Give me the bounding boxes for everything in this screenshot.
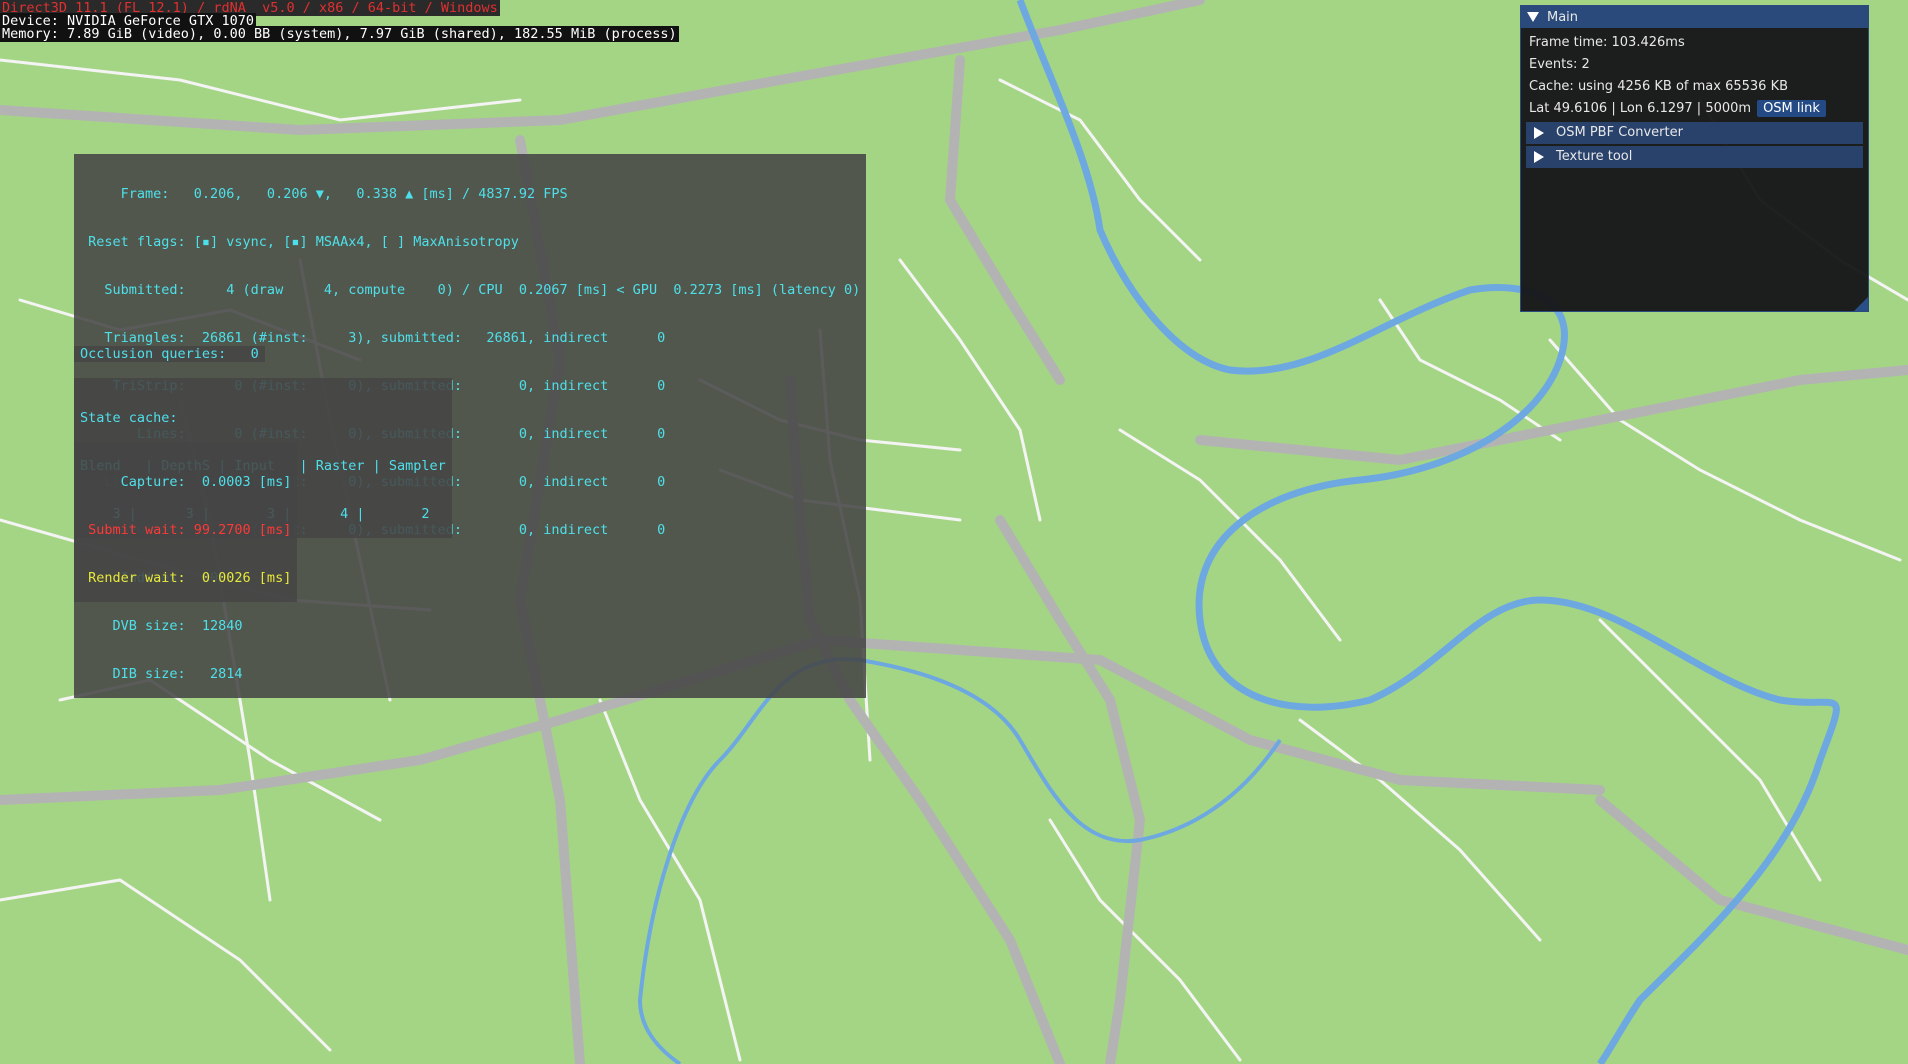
main-panel[interactable]: Main Frame time: 103.426ms Events: 2 Cac…: [1520, 5, 1869, 312]
cache-text: Cache: using 4256 KB of max 65536 KB: [1529, 79, 1789, 94]
submitted-stat: Submitted: 4 (draw 4, compute 0) / CPU 0…: [80, 282, 861, 298]
section-label: OSM PBF Converter: [1556, 125, 1683, 140]
state-cache-title: State cache:: [80, 410, 178, 426]
triangles-stat: Triangles: 26861 (#inst: 3), submitted: …: [80, 330, 666, 346]
capture-stat: Capture: 0.0003 [ms]: [80, 474, 292, 490]
latlon-text: Lat 49.6106 | Lon 6.1297 | 5000m: [1529, 101, 1752, 116]
section-osm-pbf-converter[interactable]: OSM PBF Converter: [1526, 122, 1863, 144]
frame-time-text: Frame time: 103.426ms: [1529, 35, 1685, 50]
reset-flags-stat: Reset flags: [▪] vsync, [▪] MSAAx4, [ ] …: [80, 234, 519, 250]
section-label: Texture tool: [1556, 149, 1633, 164]
section-texture-tool[interactable]: Texture tool: [1526, 146, 1863, 168]
submit-wait-stat: Submit wait: 99.2700 [ms]: [80, 522, 292, 538]
frame-stat: Frame: 0.206, 0.206 ▼, 0.338 ▲ [ms] / 48…: [80, 186, 568, 202]
dib-size-stat: DIB size: 2814: [80, 666, 243, 682]
occlusion-stat: Occlusion queries: 0: [74, 346, 265, 362]
latlon-row: Lat 49.6106 | Lon 6.1297 | 5000m OSM link: [1521, 98, 1868, 120]
expand-triangle-icon: [1534, 151, 1544, 163]
memory-line: Memory: 7.89 GiB (video), 0.00 BB (syste…: [0, 26, 679, 42]
collapse-triangle-icon[interactable]: [1527, 12, 1539, 22]
timing-block: Capture: 0.0003 [ms] Submit wait: 99.270…: [74, 442, 298, 602]
events-text: Events: 2: [1529, 57, 1590, 72]
osm-link-button[interactable]: OSM link: [1757, 100, 1826, 117]
main-panel-titlebar[interactable]: Main: [1521, 6, 1868, 28]
main-panel-title: Main: [1547, 9, 1579, 25]
dvb-size-stat: DVB size: 12840: [80, 618, 243, 634]
render-wait-stat: Render wait: 0.0026 [ms]: [80, 570, 292, 586]
expand-triangle-icon: [1534, 127, 1544, 139]
resize-grip-icon[interactable]: [1854, 297, 1868, 311]
